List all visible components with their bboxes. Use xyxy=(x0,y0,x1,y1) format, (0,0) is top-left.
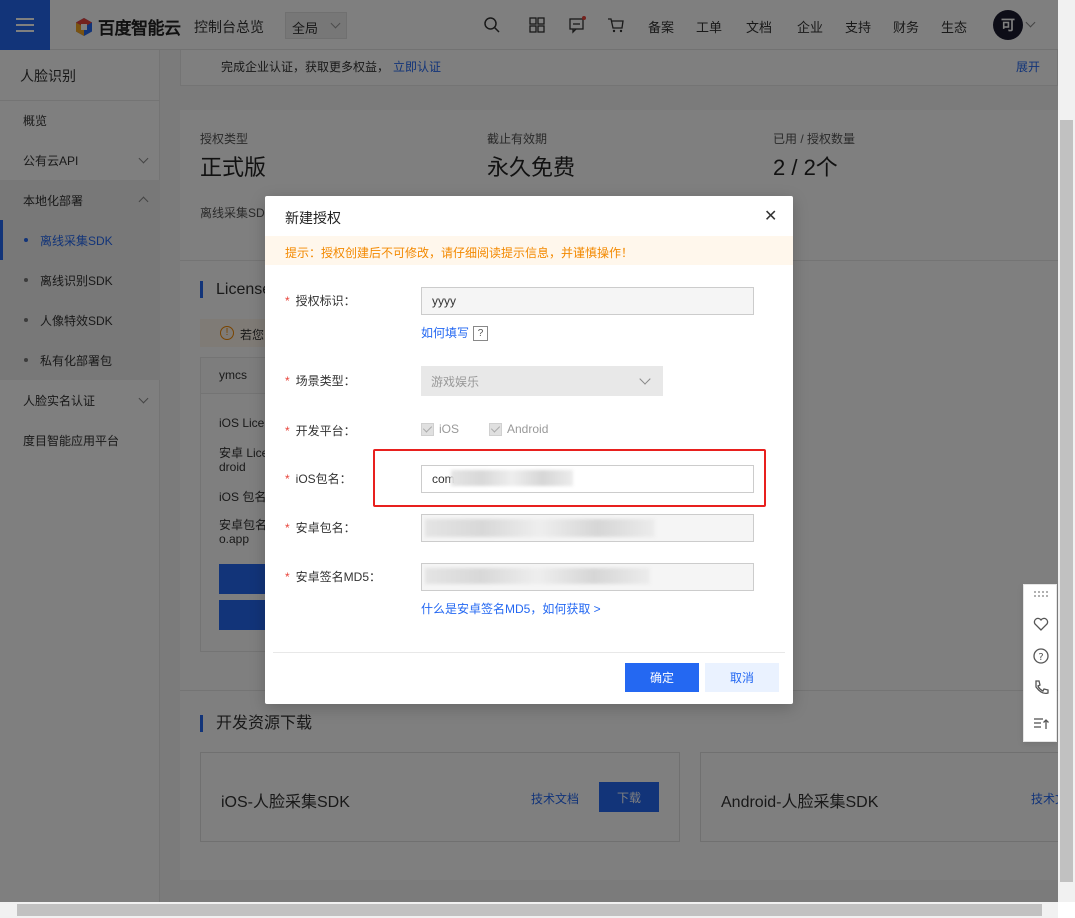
checkbox-checked-icon xyxy=(489,422,502,436)
chevron-down-icon xyxy=(639,373,651,385)
scene-value: 游戏娱乐 xyxy=(431,374,480,389)
redacted-text xyxy=(425,568,650,584)
how-to-fill-link[interactable]: 如何填写? xyxy=(421,324,489,342)
auth-id-label: * 授权标识： xyxy=(285,294,356,308)
phone-icon[interactable] xyxy=(1032,679,1050,697)
checkbox-checked-icon xyxy=(421,422,434,436)
platform-ios-checkbox[interactable]: iOS xyxy=(421,422,459,436)
cancel-button[interactable]: 取消 xyxy=(705,663,779,692)
platform-android-checkbox[interactable]: Android xyxy=(489,422,548,436)
back-to-top-icon[interactable] xyxy=(1032,715,1050,733)
md5-help-link[interactable]: 什么是安卓签名MD5，如何获取 > xyxy=(421,600,601,617)
vertical-scrollbar-thumb[interactable] xyxy=(1060,120,1073,882)
scene-select[interactable]: 游戏娱乐 xyxy=(421,366,663,396)
heart-icon[interactable] xyxy=(1032,615,1050,633)
modal-tip: 提示：授权创建后不可修改，请仔细阅读提示信息，并谨慎操作！ xyxy=(265,236,793,265)
highlight-annotation xyxy=(373,449,766,507)
scene-label: * 场景类型： xyxy=(285,374,356,388)
close-icon[interactable]: ✕ xyxy=(764,206,777,226)
modal-title: 新建授权 xyxy=(285,210,341,226)
ios-package-label: * iOS包名： xyxy=(285,472,352,486)
horizontal-scrollbar-thumb[interactable] xyxy=(17,904,1042,916)
redacted-text xyxy=(425,519,655,537)
help-icon[interactable]: ? xyxy=(473,326,489,342)
help-icon[interactable]: ? xyxy=(1032,647,1050,665)
android-md5-label: * 安卓签名MD5： xyxy=(285,570,382,584)
android-package-label: * 安卓包名： xyxy=(285,521,356,535)
floating-toolbar: ? xyxy=(1023,584,1057,742)
confirm-button[interactable]: 确定 xyxy=(625,663,699,692)
divider xyxy=(273,652,785,653)
drag-handle-icon[interactable] xyxy=(1032,589,1050,599)
auth-id-input[interactable]: yyyy xyxy=(421,287,754,315)
platform-label: * 开发平台： xyxy=(285,424,356,438)
svg-text:?: ? xyxy=(1038,652,1043,663)
